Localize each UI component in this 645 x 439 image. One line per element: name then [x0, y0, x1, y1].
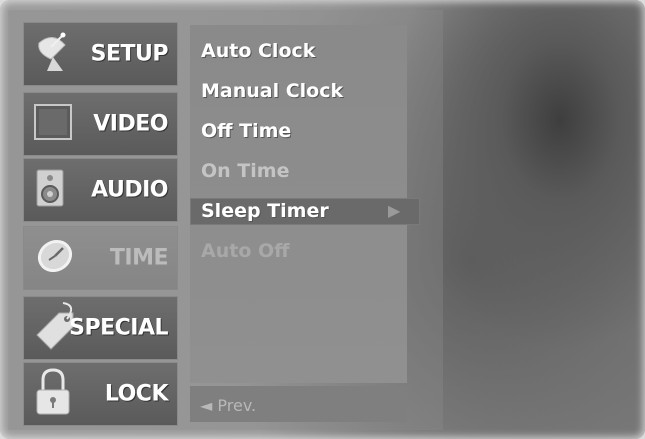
category-video[interactable]: VIDEO: [23, 92, 178, 156]
menu-item-auto-off[interactable]: Auto Off: [201, 240, 290, 262]
category-time[interactable]: TIME: [23, 226, 178, 290]
menu-item-off-time[interactable]: Off Time: [201, 120, 291, 142]
menu-item-manual-clock[interactable]: Manual Clock: [201, 80, 343, 102]
category-label: SPECIAL: [69, 315, 168, 341]
padlock-icon: [33, 368, 73, 420]
category-label: TIME: [109, 245, 169, 271]
category-label: SETUP: [90, 41, 169, 67]
category-audio[interactable]: AUDIO: [23, 158, 178, 222]
speaker-icon: [33, 166, 73, 214]
menu-item-auto-clock[interactable]: Auto Clock: [201, 40, 315, 62]
category-label: LOCK: [104, 381, 169, 407]
satellite-dish-icon: [33, 27, 83, 81]
menu-item-on-time[interactable]: On Time: [201, 160, 289, 182]
category-setup[interactable]: SETUP: [23, 22, 178, 86]
prev-button-label[interactable]: ◄ Prev.: [200, 396, 256, 415]
clock-icon: [33, 234, 77, 282]
menu-item-sleep-timer[interactable]: Sleep Timer: [201, 200, 329, 222]
category-lock[interactable]: LOCK: [23, 362, 178, 426]
tv-screen-icon: [33, 102, 77, 146]
submenu-arrow-icon: ▶: [388, 201, 401, 220]
category-special[interactable]: SPECIAL: [23, 296, 178, 360]
category-label: AUDIO: [91, 177, 168, 203]
tv-screen: SETUP VIDEO AUDIO TIME SPECIAL LOCK Auto…: [0, 0, 645, 439]
category-label: VIDEO: [93, 111, 168, 137]
